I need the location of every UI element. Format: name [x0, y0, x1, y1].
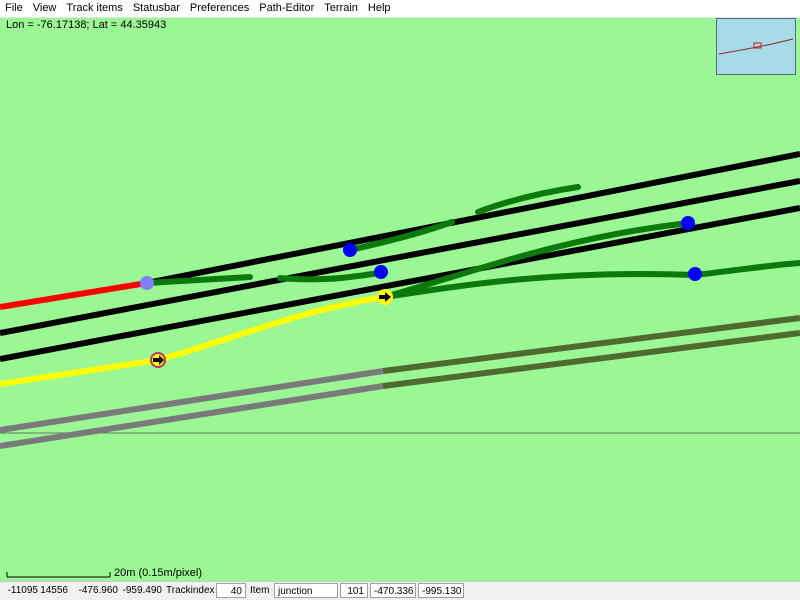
- red-track-segment: [0, 280, 148, 310]
- menu-file[interactable]: File: [0, 0, 28, 17]
- status-z: 14556: [40, 585, 68, 596]
- junction-dot-icon[interactable]: [374, 265, 388, 279]
- status-v2: -959.490: [122, 585, 162, 596]
- menu-preferences[interactable]: Preferences: [185, 0, 254, 17]
- menu-track-items[interactable]: Track items: [61, 0, 127, 17]
- junction-dot-icon[interactable]: [681, 216, 695, 230]
- black-tracks: [0, 151, 800, 362]
- start-marker-icon[interactable]: [150, 352, 166, 368]
- overview-minimap[interactable]: [716, 18, 796, 75]
- status-v3: -470.336: [370, 583, 416, 598]
- menu-terrain[interactable]: Terrain: [319, 0, 363, 17]
- status-item-index: 101: [340, 583, 368, 598]
- junction-dot-icon[interactable]: [343, 243, 357, 257]
- status-item-label: Item: [250, 585, 270, 596]
- active-path: [0, 294, 386, 387]
- status-trackindex-value: 40: [216, 583, 246, 598]
- waypoint-arrow-icon[interactable]: [377, 289, 393, 305]
- status-x: -11095: [7, 585, 38, 596]
- status-bar: -11095 14556 -476.960 -959.490 Trackinde…: [0, 581, 800, 600]
- junction-dot-icon[interactable]: [688, 267, 702, 281]
- scale-label: 20m (0.15m/pixel): [114, 567, 203, 579]
- status-v1: -476.960: [78, 585, 118, 596]
- status-item-value: junction: [274, 583, 338, 598]
- minimap-canvas: [718, 38, 794, 55]
- junction-dot-icon[interactable]: [140, 276, 154, 290]
- status-trackindex-label: Trackindex: [166, 585, 215, 596]
- scale-bar: [6, 572, 111, 578]
- status-v4: -995.130: [418, 583, 464, 598]
- menu-view[interactable]: View: [28, 0, 62, 17]
- menu-statusbar[interactable]: Statusbar: [128, 0, 185, 17]
- menu-path-editor[interactable]: Path-Editor: [254, 0, 319, 17]
- track-map[interactable]: [0, 17, 800, 581]
- menu-help[interactable]: Help: [363, 0, 396, 17]
- menu-bar: File View Track items Statusbar Preferen…: [0, 0, 800, 18]
- coordinate-readout: Lon = -76.17138; Lat = 44.35943: [6, 19, 167, 31]
